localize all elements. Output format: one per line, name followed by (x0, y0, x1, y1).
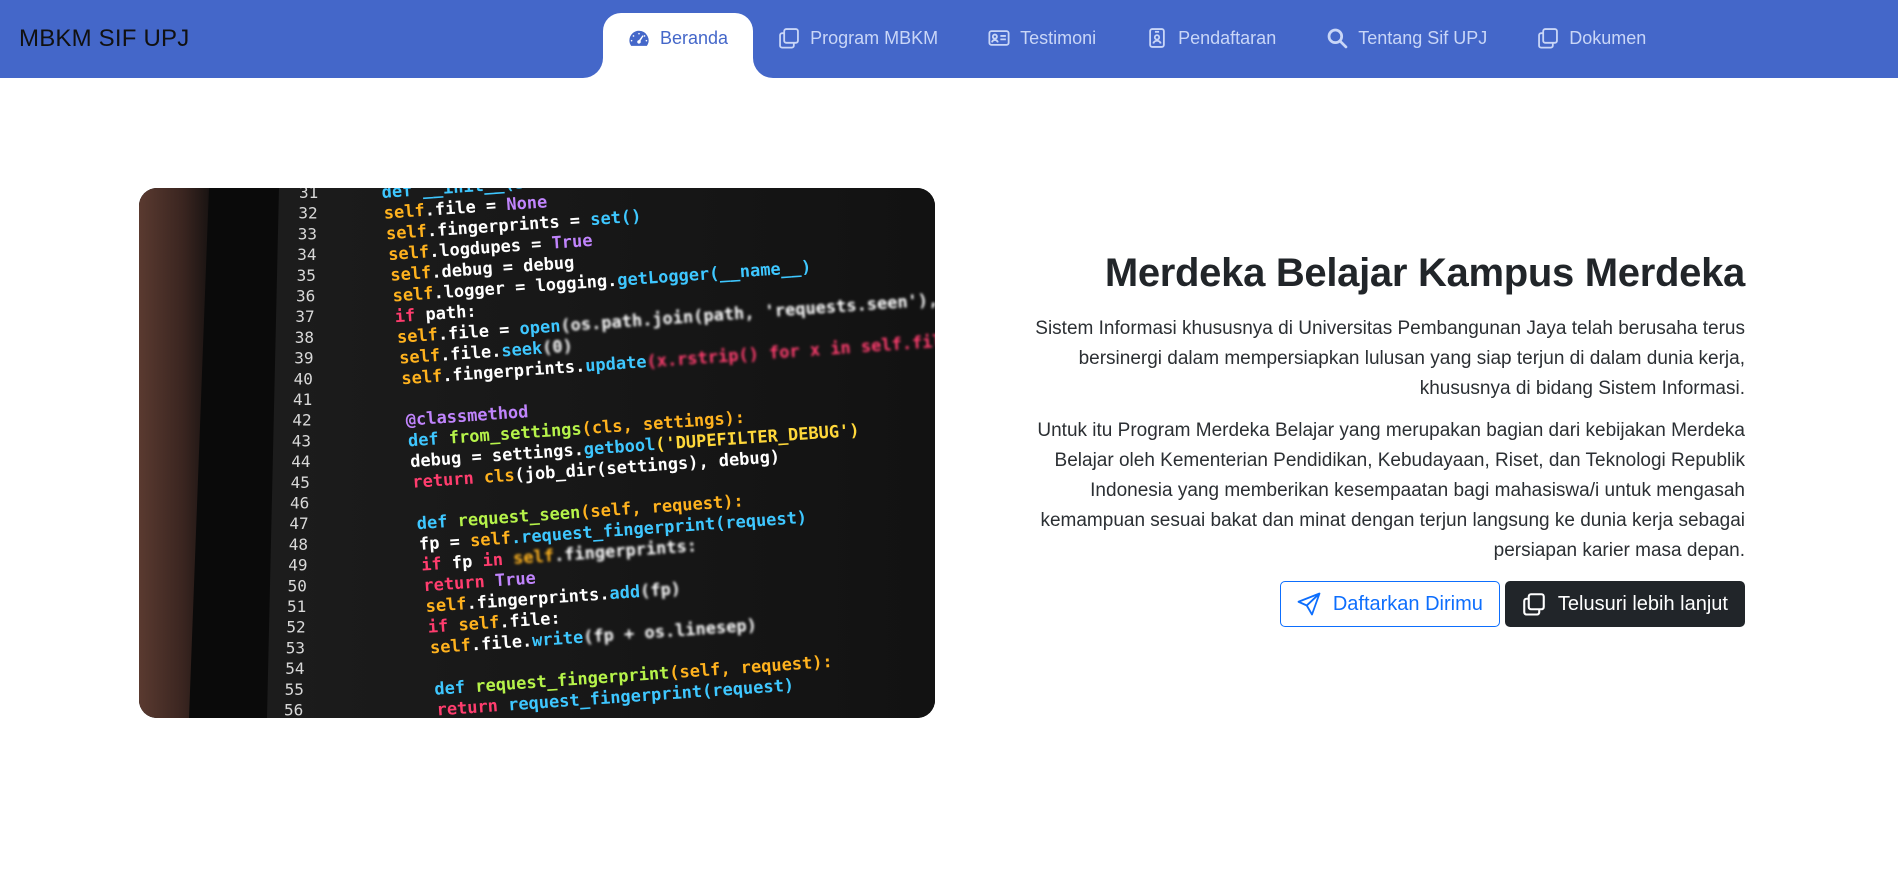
code-line-number: 32 (298, 204, 317, 223)
copy-icon (1537, 27, 1559, 49)
code-line-number: 39 (294, 349, 313, 368)
code-line-number: 44 (291, 452, 310, 471)
code-line-number: 47 (289, 514, 308, 533)
nav-item-label: Beranda (660, 28, 729, 48)
code-line-number: 45 (291, 473, 310, 492)
hero-image: 31def __init__(self, path=None):32self.f… (139, 188, 935, 718)
nav-item-pendaftaran[interactable]: Pendaftaran (1121, 13, 1301, 63)
code-line-number: 54 (285, 659, 304, 678)
nav-item-beranda[interactable]: Beranda (603, 13, 754, 78)
code-line-number: 36 (296, 287, 315, 306)
code-line-number: 41 (293, 390, 312, 409)
code-line-number: 37 (295, 307, 314, 326)
nav-item-testimoni[interactable]: Testimoni (963, 13, 1121, 63)
code-line-number: 43 (292, 431, 311, 450)
top-navbar: MBKM SIF UPJ Beranda Program MBKM Testim… (0, 0, 1898, 78)
explore-button-label: Telusuri lebih lanjut (1557, 592, 1728, 615)
nav-item-label: Testimoni (1020, 27, 1097, 48)
code-line-number: 34 (297, 245, 316, 264)
code-line-number: 49 (288, 556, 307, 575)
code-line-number: 48 (289, 535, 308, 554)
speedometer-icon (628, 28, 650, 50)
code-line-number: 35 (297, 266, 316, 285)
nav-item-dokumen[interactable]: Dokumen (1512, 13, 1671, 63)
code-editor-photo: 31def __init__(self, path=None):32self.f… (139, 188, 935, 718)
register-button[interactable]: Daftarkan Dirimu (1279, 581, 1500, 627)
nav-item-label: Dokumen (1569, 27, 1647, 48)
nav-item-label: Pendaftaran (1178, 27, 1277, 48)
hero-text: Merdeka Belajar Kampus Merdeka Sistem In… (985, 248, 1745, 627)
person-badge-icon (1146, 27, 1168, 49)
nav-item-label: Tentang Sif UPJ (1358, 27, 1488, 48)
code-line-number: 55 (285, 680, 304, 699)
code-line-number: 53 (286, 638, 305, 657)
send-icon (1297, 592, 1321, 616)
code-line-number: 38 (295, 328, 314, 347)
hero-paragraph-1: Sistem Informasi khususnya di Universita… (1035, 318, 1745, 399)
code-line-number: 33 (298, 224, 317, 243)
nav-item-label: Program MBKM (810, 27, 939, 48)
code-line-number: 50 (288, 576, 307, 595)
code-line-number: 46 (290, 494, 309, 513)
register-button-label: Daftarkan Dirimu (1332, 592, 1483, 615)
search-icon (1326, 27, 1348, 49)
hero-title: Merdeka Belajar Kampus Merdeka (1104, 251, 1745, 295)
person-card-icon (988, 27, 1010, 49)
code-line-number: 56 (284, 701, 303, 719)
code-line-number: 31 (299, 188, 318, 202)
copy-icon (778, 27, 800, 49)
nav-item-tentang[interactable]: Tentang Sif UPJ (1301, 13, 1512, 63)
brand-logo[interactable]: MBKM SIF UPJ (19, 25, 189, 53)
code-line-number: 51 (287, 597, 306, 616)
copy-icon (1522, 592, 1546, 616)
hero-actions: Daftarkan Dirimu Telusuri lebih lanjut (985, 581, 1745, 627)
main-nav: Beranda Program MBKM Testimoni Pendaftar… (603, 13, 1671, 78)
explore-button[interactable]: Telusuri lebih lanjut (1504, 581, 1745, 627)
code-line-number: 40 (294, 369, 313, 388)
code-line-number: 42 (292, 411, 311, 430)
hero-paragraph-2: Untuk itu Program Merdeka Belajar yang m… (1037, 420, 1745, 561)
code-line-number: 52 (286, 618, 305, 637)
nav-item-program-mbkm[interactable]: Program MBKM (753, 13, 963, 63)
